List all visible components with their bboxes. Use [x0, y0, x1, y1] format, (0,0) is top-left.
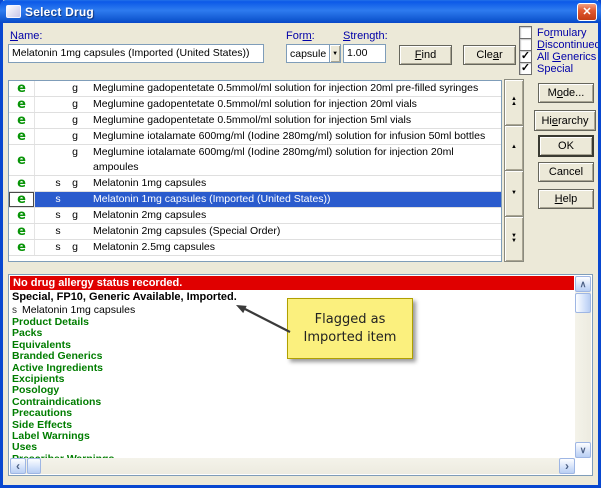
generic-flag: g [67, 81, 83, 96]
drug-row[interactable]: e g Meglumine gadopentetate 0.5mmol/ml so… [9, 81, 501, 97]
mode-button[interactable]: Mode... [538, 83, 594, 103]
scroll-down-icon[interactable]: ▼ [504, 170, 524, 217]
section-link-label-warnings[interactable]: Label Warnings [12, 431, 572, 442]
formulary-checkbox-label: Formulary [537, 27, 587, 39]
special-flag: s [49, 224, 67, 239]
scroll-page-up-icon[interactable]: ▲▲ [504, 79, 524, 126]
special-flag: s [49, 192, 67, 207]
drug-row[interactable]: e g Meglumine gadopentetate 0.5mmol/ml so… [9, 97, 501, 113]
strength-input[interactable]: 1.00 [343, 44, 386, 63]
drug-name: Meglumine gadopentetate 0.5mmol/ml solut… [93, 81, 501, 96]
generic-flag: g [67, 176, 83, 191]
discontinued-checkbox-label: Discontinued [537, 39, 601, 51]
section-link-active-ingredients[interactable]: Active Ingredients [12, 363, 572, 374]
select-drug-dialog: Select Drug ✕ Name: Melatonin 1mg capsul… [0, 0, 601, 488]
find-button[interactable]: Find [399, 45, 452, 65]
drug-row[interactable]: e g Meglumine iotalamate 600mg/ml (Iodine… [9, 129, 501, 145]
drug-row[interactable]: e g Meglumine gadopentetate 0.5mmol/ml so… [9, 113, 501, 129]
scroll-up-icon[interactable]: ∧ [575, 276, 591, 292]
drug-row[interactable]: e sg Melatonin 1mg capsules [9, 176, 501, 192]
scroll-right-icon[interactable]: › [559, 458, 575, 474]
generic-flag: g [67, 113, 83, 128]
emis-drug-icon: e [9, 81, 35, 96]
emis-drug-icon: e [9, 208, 35, 223]
drug-row-selected[interactable]: e s Melatonin 1mg capsules (Imported (Uni… [9, 192, 501, 208]
annotation-arrow [228, 296, 298, 342]
scrollbar-thumb[interactable] [575, 293, 591, 313]
emis-drug-icon: e [9, 192, 35, 207]
section-link-precautions[interactable]: Precautions [12, 408, 572, 419]
generic-flag: g [67, 208, 83, 223]
close-icon[interactable]: ✕ [577, 3, 597, 21]
form-dropdown-value: capsule [287, 46, 329, 62]
generic-flag: g [67, 129, 83, 144]
scroll-down-icon[interactable]: ∨ [575, 442, 591, 458]
emis-drug-icon: e [9, 145, 35, 175]
cancel-button[interactable]: Cancel [538, 162, 594, 182]
drug-name: Meglumine iotalamate 600mg/ml (Iodine 28… [93, 145, 501, 175]
generic-flag: g [67, 97, 83, 112]
allergy-status-banner: No drug allergy status recorded. [10, 276, 574, 290]
drug-name: Melatonin 2mg capsules [93, 208, 501, 223]
section-link-side-effects[interactable]: Side Effects [12, 420, 572, 431]
scroll-left-icon[interactable]: ‹ [10, 458, 26, 474]
drug-name: Meglumine iotalamate 600mg/ml (Iodine 28… [93, 129, 501, 144]
emis-drug-icon: e [9, 97, 35, 112]
emis-drug-icon: e [9, 129, 35, 144]
window-title: Select Drug [25, 5, 577, 19]
drug-row[interactable]: e sg Melatonin 2mg capsules [9, 208, 501, 224]
all-generics-checkbox-label: All Generics [537, 51, 596, 63]
drug-row[interactable]: e sg Melatonin 2.5mg capsules [9, 240, 501, 256]
special-flag: s [49, 176, 67, 191]
vertical-scrollbar[interactable]: ∧ ∨ [575, 276, 591, 458]
drug-name: Meglumine gadopentetate 0.5mmol/ml solut… [93, 113, 501, 128]
drug-name: Melatonin 2.5mg capsules [93, 240, 501, 255]
annotation-callout: Flagged as Imported item [287, 298, 413, 359]
drug-name: Melatonin 1mg capsules [93, 176, 501, 191]
special-flag: s [12, 305, 17, 316]
chevron-down-icon[interactable]: ▼ [329, 45, 340, 62]
title-bar: Select Drug ✕ [0, 0, 601, 23]
list-scroll-column: ▲▲ ▲ ▼ ▼▼ [504, 80, 524, 262]
hierarchy-button[interactable]: Hierarchy [534, 110, 596, 131]
section-link-excipients[interactable]: Excipients [12, 374, 572, 385]
help-button[interactable]: Help [538, 189, 594, 209]
emis-drug-icon: e [9, 240, 35, 255]
emis-drug-icon: e [9, 224, 35, 239]
section-link-contraindications[interactable]: Contraindications [12, 397, 572, 408]
strength-label: Strength: [343, 30, 388, 42]
drug-name: Meglumine gadopentetate 0.5mmol/ml solut… [93, 97, 501, 112]
scrollbar-thumb[interactable] [27, 458, 41, 474]
generic-flag: g [67, 145, 83, 160]
special-checkbox-label: Special [537, 63, 573, 75]
special-flag: s [49, 240, 67, 255]
window-icon [6, 5, 21, 18]
drug-name: Melatonin 1mg capsules (Imported (United… [93, 192, 501, 207]
checkbox-special[interactable]: ✓ Special [519, 62, 573, 75]
ok-button[interactable]: OK [538, 135, 594, 157]
name-label: Name: [10, 30, 42, 42]
horizontal-scrollbar[interactable]: ‹ › [10, 458, 575, 474]
generic-flag: g [67, 240, 83, 255]
drug-row[interactable]: e s Melatonin 2mg capsules (Special Order… [9, 224, 501, 240]
scroll-up-icon[interactable]: ▲ [504, 125, 524, 172]
form-dropdown[interactable]: capsule ▼ [286, 44, 341, 63]
drug-row[interactable]: e g Meglumine iotalamate 600mg/ml (Iodine… [9, 145, 501, 176]
special-flag: s [49, 208, 67, 223]
drug-name: Melatonin 2mg capsules (Special Order) [93, 224, 501, 239]
emis-drug-icon: e [9, 113, 35, 128]
special-checkbox-box[interactable]: ✓ [519, 62, 532, 75]
drug-list: e g Meglumine gadopentetate 0.5mmol/ml so… [8, 80, 502, 262]
clear-button[interactable]: Clear [463, 45, 516, 65]
form-label: Form: [286, 30, 315, 42]
name-input[interactable]: Melatonin 1mg capsules (Imported (United… [8, 44, 264, 63]
scroll-page-down-icon[interactable]: ▼▼ [504, 216, 524, 263]
emis-drug-icon: e [9, 176, 35, 191]
